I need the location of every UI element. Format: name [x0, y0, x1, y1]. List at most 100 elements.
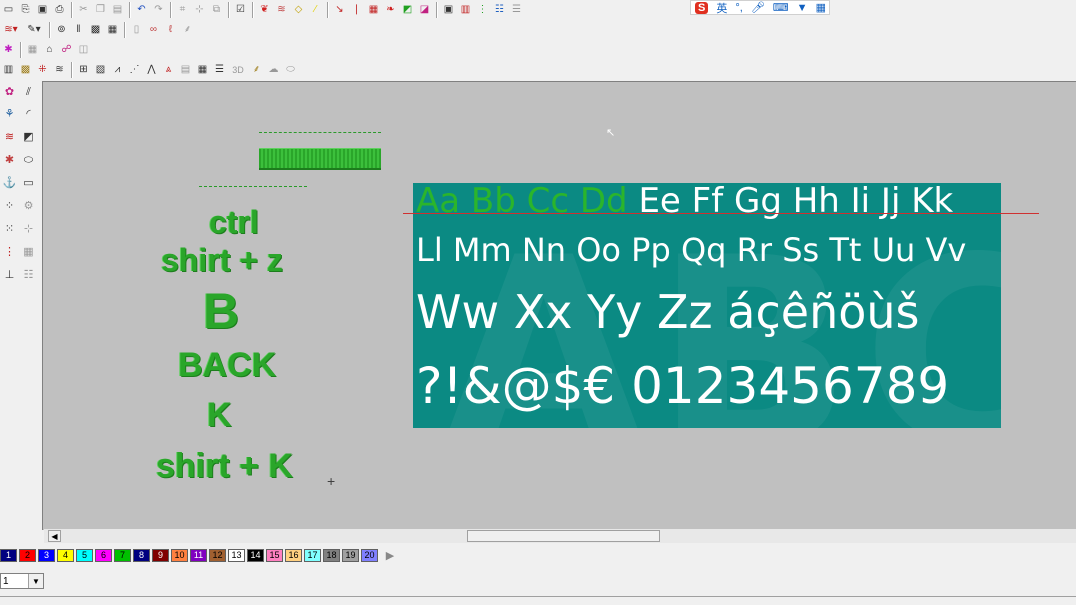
color-swatch-7[interactable]: 7: [114, 548, 131, 562]
cloud-icon[interactable]: ☁: [266, 63, 281, 78]
snap-icon[interactable]: ⌗: [175, 3, 190, 18]
color-swatch-2[interactable]: 2: [19, 548, 36, 562]
rectangle-icon[interactable]: ▭: [20, 175, 37, 192]
node-icon[interactable]: ⊹: [192, 3, 207, 18]
hatch-icon[interactable]: ▧: [93, 63, 108, 78]
cut-icon[interactable]: ✂: [76, 3, 91, 18]
tile-icon[interactable]: ▦: [195, 63, 210, 78]
stitch-red-icon[interactable]: ≋: [1, 129, 18, 146]
stitch-list-icon[interactable]: ⋮: [475, 3, 490, 18]
hand-stitch-icon[interactable]: ⸙: [180, 23, 195, 38]
embroidery-text-ctrl[interactable]: ctrl: [209, 204, 259, 241]
edit-shape-icon[interactable]: ◩: [20, 129, 37, 146]
pattern-icon[interactable]: ≋: [274, 3, 289, 18]
color-swatch-20[interactable]: 20: [361, 548, 378, 562]
color-swatch-18[interactable]: 18: [323, 548, 340, 562]
shape-icon[interactable]: ◇: [291, 3, 306, 18]
print-icon[interactable]: ⎙: [52, 3, 67, 18]
gear-icon[interactable]: ⚙: [20, 198, 37, 215]
embroidery-text-back[interactable]: BACK: [178, 346, 276, 385]
radial-icon[interactable]: ⋰: [127, 63, 142, 78]
sogou-logo-icon[interactable]: S: [695, 1, 709, 14]
color-list-icon[interactable]: ▥: [458, 3, 473, 18]
skin-icon[interactable]: ▼: [797, 2, 808, 14]
keyboard-icon[interactable]: ⌨: [773, 1, 789, 14]
three-d-label[interactable]: 3D: [229, 63, 247, 78]
horizontal-scrollbar[interactable]: ◀: [44, 529, 1076, 543]
open-icon[interactable]: ⎘: [18, 3, 33, 18]
color-combo[interactable]: 1 ▼: [0, 573, 44, 589]
color-swatch-5[interactable]: 5: [76, 548, 93, 562]
texture-icon[interactable]: ▤: [178, 63, 193, 78]
undo-icon[interactable]: ↶: [134, 3, 149, 18]
wave-icon[interactable]: ≋: [52, 63, 67, 78]
color-swatch-4[interactable]: 4: [57, 548, 74, 562]
spike-icon[interactable]: ⋀: [144, 63, 159, 78]
ellipse-icon[interactable]: ⬭: [20, 152, 37, 169]
chart-icon[interactable]: ◩: [400, 3, 415, 18]
color-swatch-19[interactable]: 19: [342, 548, 359, 562]
motif-icon[interactable]: ▦: [105, 23, 120, 38]
color-swatch-11[interactable]: 11: [190, 548, 207, 562]
stitch-type-icon[interactable]: ≋▾: [1, 23, 21, 38]
scroll-thumb[interactable]: [467, 530, 660, 542]
grid-icon[interactable]: ▦: [366, 3, 381, 18]
dots-icon[interactable]: ⁘: [1, 198, 18, 215]
new-icon[interactable]: ▭: [1, 3, 16, 18]
color-swatch-14[interactable]: 14: [247, 548, 264, 562]
level-icon[interactable]: ⊥: [1, 267, 18, 284]
oval-icon[interactable]: ⬭: [283, 63, 298, 78]
redo-icon[interactable]: ↷: [151, 3, 166, 18]
check-icon[interactable]: ☑: [233, 3, 248, 18]
color-swatch-3[interactable]: 3: [38, 548, 55, 562]
embroidery-text-b[interactable]: B: [203, 282, 239, 340]
net-icon[interactable]: ⊞: [76, 63, 91, 78]
red-feather-icon[interactable]: ❧: [383, 3, 398, 18]
transform-icon[interactable]: ⊹: [20, 221, 37, 238]
ribbon-icon[interactable]: ⩓: [161, 63, 176, 78]
flower-icon[interactable]: ✿: [1, 84, 18, 101]
image-icon[interactable]: ◪: [417, 3, 432, 18]
stitch-table-icon[interactable]: ☰: [509, 3, 524, 18]
pen-icon[interactable]: ✎▾: [23, 23, 45, 38]
chain-icon[interactable]: ∞: [146, 23, 161, 38]
weave-icon[interactable]: ▩: [18, 63, 33, 78]
save-icon[interactable]: ▣: [35, 3, 50, 18]
color-swatch-17[interactable]: 17: [304, 548, 321, 562]
people-icon[interactable]: ☍: [59, 43, 74, 58]
arc-icon[interactable]: ◜: [20, 106, 37, 123]
card-icon[interactable]: ▣: [441, 3, 456, 18]
needle-icon[interactable]: ⁄: [308, 3, 323, 18]
embroidery-text-shirt-k[interactable]: shirt + K: [156, 447, 293, 486]
color-swatch-10[interactable]: 10: [171, 548, 188, 562]
cross-icon[interactable]: ⁜: [35, 63, 50, 78]
lines-icon[interactable]: ☰: [212, 63, 227, 78]
paste-icon[interactable]: ▤: [110, 3, 125, 18]
mirror-icon[interactable]: ⧉: [209, 3, 224, 18]
punctuation-icon[interactable]: °,: [735, 2, 742, 14]
copy-icon[interactable]: ❐: [93, 3, 108, 18]
anchor-icon[interactable]: ⚓: [1, 175, 18, 192]
color-swatch-13[interactable]: 13: [228, 548, 245, 562]
ime-mode-label[interactable]: 英: [716, 0, 727, 16]
color-swatch-6[interactable]: 6: [95, 548, 112, 562]
satin-icon[interactable]: ⊚: [54, 23, 69, 38]
fill-icon[interactable]: ▩: [88, 23, 103, 38]
zigzag-icon[interactable]: ⩘: [110, 63, 125, 78]
red-mark-icon[interactable]: ❘: [349, 3, 364, 18]
color-swatch-16[interactable]: 16: [285, 548, 302, 562]
color-swatch-9[interactable]: 9: [152, 548, 169, 562]
check-list-icon[interactable]: ☷: [492, 3, 507, 18]
house-icon[interactable]: ⌂: [42, 43, 57, 58]
palette-next-arrow-icon[interactable]: ▶: [382, 549, 398, 562]
microphone-icon[interactable]: 🎤︎: [751, 1, 765, 14]
color-swatch-8[interactable]: 8: [133, 548, 150, 562]
column-icon[interactable]: ‖: [71, 23, 86, 38]
color-swatch-12[interactable]: 12: [209, 548, 226, 562]
scroll-left-arrow-icon[interactable]: ◀: [48, 530, 61, 542]
diagonal-lines-icon[interactable]: ⫽: [20, 84, 37, 101]
chevron-down-icon[interactable]: ▼: [28, 574, 43, 588]
grid-select-icon[interactable]: ▦: [25, 43, 40, 58]
split-icon[interactable]: ◫: [76, 43, 91, 58]
list-icon[interactable]: ☷: [20, 267, 37, 284]
